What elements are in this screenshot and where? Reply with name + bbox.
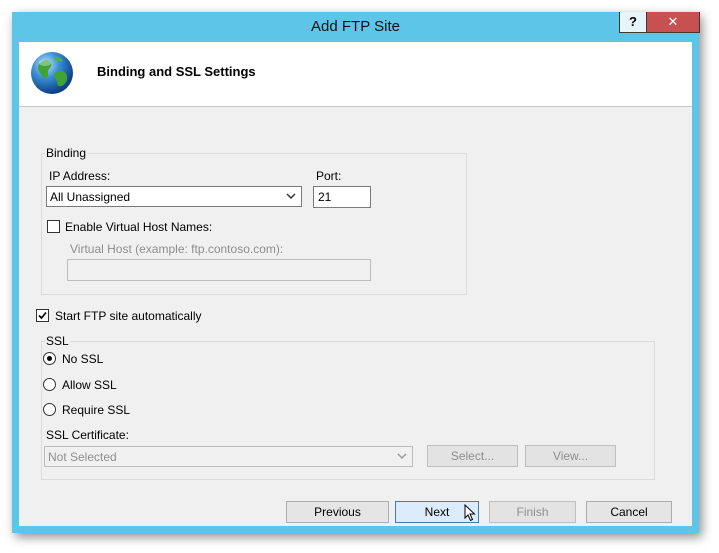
ssl-certificate-label: SSL Certificate: [46,428,129,442]
title-bar[interactable]: Add FTP Site ? ✕ [12,12,700,42]
ssl-certificate-value: Not Selected [48,450,117,464]
no-ssl-radio[interactable] [43,352,56,365]
virtual-host-field[interactable] [67,259,371,281]
globe-icon [31,52,73,94]
previous-button[interactable]: Previous [286,501,389,523]
mouse-cursor-icon [464,504,476,522]
radio-selected-dot [47,356,52,361]
virtual-host-checkbox-label[interactable]: Enable Virtual Host Names: [65,220,212,234]
ssl-group-label: SSL [45,334,70,348]
chevron-down-icon [397,453,407,460]
select-certificate-button[interactable]: Select... [427,445,518,467]
port-field[interactable]: 21 [313,186,371,208]
start-ftp-checkbox[interactable] [36,309,49,322]
binding-group-label: Binding [45,146,88,160]
require-ssl-label[interactable]: Require SSL [62,403,130,417]
virtual-host-checkbox[interactable] [47,220,60,233]
chevron-down-icon [286,193,296,200]
require-ssl-radio[interactable] [43,403,56,416]
checkmark-icon [38,311,47,320]
add-ftp-site-dialog: Add FTP Site ? ✕ Binding and SSL Setting… [12,12,700,533]
ssl-certificate-select[interactable]: Not Selected [44,446,413,467]
window-title: Add FTP Site [311,18,400,35]
close-button[interactable]: ✕ [646,12,700,33]
port-label: Port: [316,169,342,183]
finish-button[interactable]: Finish [489,501,576,523]
start-ftp-label[interactable]: Start FTP site automatically [55,309,202,323]
view-certificate-button[interactable]: View... [525,445,616,467]
wizard-header: Binding and SSL Settings [19,42,692,107]
ip-address-label: IP Address: [49,169,111,183]
no-ssl-label[interactable]: No SSL [62,352,103,366]
allow-ssl-label[interactable]: Allow SSL [62,378,117,392]
allow-ssl-radio[interactable] [43,378,56,391]
ip-address-select[interactable]: All Unassigned [46,186,302,207]
help-button[interactable]: ? [619,12,647,33]
cancel-button[interactable]: Cancel [586,501,672,523]
ip-address-value: All Unassigned [50,190,131,204]
virtual-host-label: Virtual Host (example: ftp.contoso.com): [70,242,284,256]
page-title: Binding and SSL Settings [97,64,256,79]
dialog-body: Binding and SSL Settings Binding IP Addr… [19,42,692,526]
